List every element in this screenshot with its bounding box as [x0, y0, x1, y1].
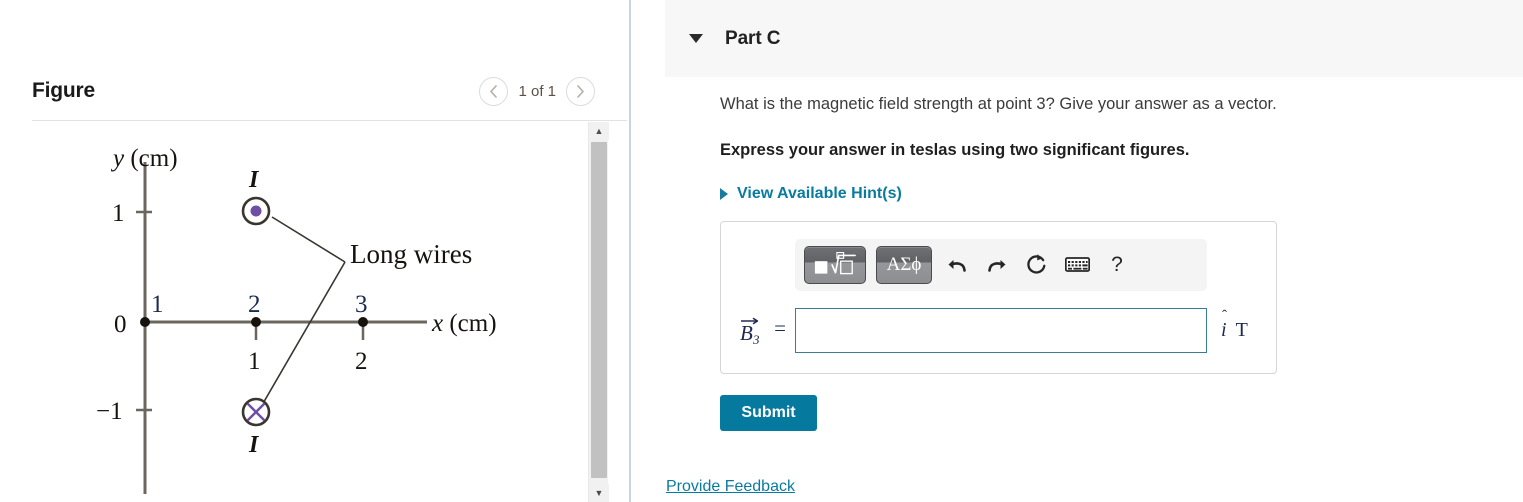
- current-out-of-page-symbol: [241, 196, 271, 226]
- point-3-marker: [358, 317, 368, 327]
- figure-diagram: y (cm) x (cm) 1 −1 0 1 2 3 1 2 I I Long …: [32, 122, 588, 502]
- page-title: Figure: [32, 79, 95, 102]
- express-instruction: Express your answer in teslas using two …: [720, 141, 1190, 160]
- scroll-down-glyph: ▼: [594, 487, 604, 498]
- answer-toolbar: ΑΣϕ ?: [795, 238, 1207, 291]
- math-template-button[interactable]: [804, 245, 866, 284]
- current-into-page-symbol: [241, 397, 271, 427]
- provide-feedback-link[interactable]: Provide Feedback: [666, 478, 795, 496]
- reset-icon[interactable]: [1022, 250, 1052, 280]
- part-panel: Part C What is the magnetic field streng…: [631, 0, 1523, 502]
- point-2-marker: [251, 317, 261, 327]
- greek-symbols-button[interactable]: ΑΣϕ: [876, 245, 932, 284]
- scrollbar-thumb[interactable]: [591, 142, 607, 478]
- figure-scrollbar[interactable]: ▲ ▼: [588, 122, 609, 502]
- help-icon[interactable]: ?: [1102, 250, 1132, 280]
- current-label-top: I: [248, 167, 260, 193]
- long-wires-annotation: Long wires: [350, 239, 472, 269]
- origin-label: 0: [114, 311, 127, 338]
- undo-icon[interactable]: [942, 250, 972, 280]
- figure-header: Figure 1 of 1: [32, 62, 595, 120]
- answer-variable-label: B 3 =: [721, 315, 795, 347]
- figure-pager: 1 of 1: [479, 76, 595, 106]
- view-hints-label: View Available Hint(s): [737, 184, 902, 202]
- i-hat-unit-vector: i: [1221, 319, 1229, 341]
- keyboard-icon[interactable]: [1062, 250, 1092, 280]
- y-axis-label: y (cm): [110, 145, 178, 172]
- x-axis-label: x (cm): [431, 310, 497, 337]
- submit-button[interactable]: Submit: [720, 394, 817, 431]
- equals-sign: =: [774, 315, 786, 340]
- triangle-down-icon[interactable]: [689, 34, 703, 43]
- leader-line-upper: [271, 216, 346, 263]
- answer-unit-label: iT: [1221, 319, 1248, 342]
- triangle-right-icon: [720, 187, 728, 200]
- help-glyph: ?: [1111, 252, 1123, 276]
- answer-box: ΑΣϕ ? B 3 = ˆ i T: [720, 220, 1278, 374]
- scroll-down-arrow-icon[interactable]: ▼: [589, 484, 609, 502]
- part-body: What is the magnetic field strength at p…: [720, 93, 1520, 431]
- view-hints-link[interactable]: View Available Hint(s): [720, 185, 1520, 203]
- part-header: Part C: [665, 0, 1523, 77]
- answer-input[interactable]: [795, 307, 1207, 353]
- pager-label: 1 of 1: [518, 82, 556, 100]
- figure-svg: y (cm) x (cm) 1 −1 0 1 2 3 1 2 I I Long …: [96, 145, 497, 494]
- y-tick-label-1: 1: [112, 200, 125, 227]
- y-tick-label-neg1: −1: [96, 398, 123, 425]
- greek-symbols-label: ΑΣϕ: [886, 253, 922, 275]
- leader-line-lower: [257, 261, 346, 413]
- x-distance-label-1: 1: [248, 348, 261, 375]
- point-1-marker: [140, 317, 150, 327]
- homework-page: Figure 1 of 1 y (cm) x (cm) 1 −1 0 1 2 3…: [0, 0, 1523, 502]
- scroll-up-glyph: ▲: [594, 125, 604, 136]
- redo-icon[interactable]: [982, 250, 1012, 280]
- part-title: Part C: [725, 27, 781, 49]
- current-label-bottom: I: [248, 432, 260, 458]
- answer-entry-row: B 3 = iT: [721, 307, 1278, 353]
- question-text: What is the magnetic field strength at p…: [720, 95, 1277, 113]
- svg-text:B: B: [740, 321, 753, 345]
- chevron-left-icon[interactable]: [479, 76, 509, 106]
- point-label-3: 3: [355, 291, 368, 318]
- scroll-up-arrow-icon[interactable]: ▲: [589, 122, 609, 140]
- figure-divider: [32, 120, 627, 121]
- chevron-right-icon[interactable]: [566, 76, 595, 106]
- svg-text:3: 3: [752, 332, 760, 345]
- point-label-1: 1: [151, 291, 164, 318]
- vector-B3-glyph: B 3: [740, 317, 760, 347]
- point-label-2: 2: [248, 291, 261, 318]
- figure-panel: Figure 1 of 1 y (cm) x (cm) 1 −1 0 1 2 3…: [0, 0, 630, 502]
- x-distance-label-2: 2: [355, 348, 368, 375]
- tesla-unit: T: [1235, 318, 1248, 341]
